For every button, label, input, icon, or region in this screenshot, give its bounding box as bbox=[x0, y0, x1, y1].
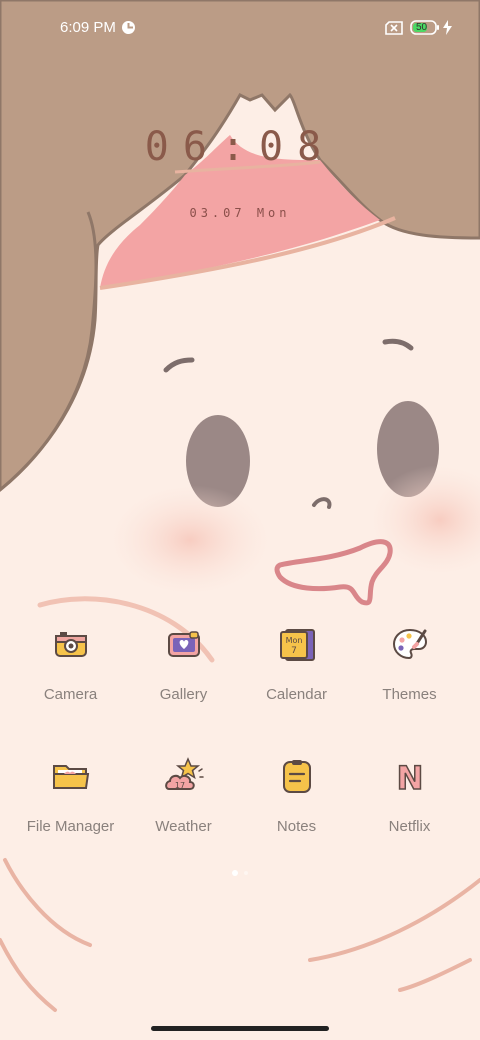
status-bar: 6:09 PM 50 bbox=[0, 0, 480, 56]
app-calendar[interactable]: Mon 7 Calendar bbox=[240, 620, 353, 710]
camera-icon bbox=[47, 620, 95, 668]
netflix-icon: N bbox=[386, 752, 434, 800]
app-label: Camera bbox=[43, 686, 98, 703]
clock-widget-time[interactable]: 06:08 bbox=[0, 124, 480, 170]
weather-icon-temp: 17 bbox=[174, 781, 184, 790]
data-saver-icon bbox=[121, 20, 136, 40]
app-themes[interactable]: Themes bbox=[353, 620, 466, 710]
app-label: Calendar bbox=[266, 686, 327, 703]
palette-icon bbox=[386, 620, 434, 668]
app-weather[interactable]: 17 Weather bbox=[127, 752, 240, 842]
page-indicator[interactable] bbox=[0, 870, 480, 876]
gesture-bar[interactable] bbox=[151, 1026, 329, 1031]
app-camera[interactable]: Camera bbox=[14, 620, 127, 710]
notes-icon bbox=[273, 752, 321, 800]
weather-icon: 17 bbox=[160, 752, 208, 800]
app-file-manager[interactable]: File Manager bbox=[14, 752, 127, 842]
charging-bolt-icon bbox=[443, 20, 452, 40]
app-grid: Camera Gallery Mon 7 Calendar Themes Fil… bbox=[14, 620, 466, 842]
page-dot bbox=[244, 871, 248, 875]
netflix-logo-letter: N bbox=[396, 759, 423, 793]
app-netflix[interactable]: N Netflix bbox=[353, 752, 466, 842]
calendar-icon-day: 7 bbox=[291, 646, 297, 656]
battery-level: 50 bbox=[416, 22, 428, 33]
app-gallery[interactable]: Gallery bbox=[127, 620, 240, 710]
calendar-icon-weekday: Mon bbox=[285, 636, 302, 645]
app-label: File Manager bbox=[26, 818, 115, 835]
sim-off-icon bbox=[385, 21, 403, 40]
app-notes[interactable]: Notes bbox=[240, 752, 353, 842]
app-label: Gallery bbox=[159, 686, 208, 703]
calendar-icon: Mon 7 bbox=[273, 620, 321, 668]
status-time: 6:09 PM bbox=[60, 19, 116, 36]
app-label: Themes bbox=[382, 686, 437, 703]
folder-icon bbox=[47, 752, 95, 800]
gallery-icon bbox=[160, 620, 208, 668]
app-label: Netflix bbox=[388, 818, 431, 835]
app-label: Notes bbox=[276, 818, 317, 835]
app-label: Weather bbox=[155, 818, 212, 835]
clock-widget-date: 03.07 Mon bbox=[189, 206, 291, 220]
page-dot-active bbox=[232, 870, 238, 876]
